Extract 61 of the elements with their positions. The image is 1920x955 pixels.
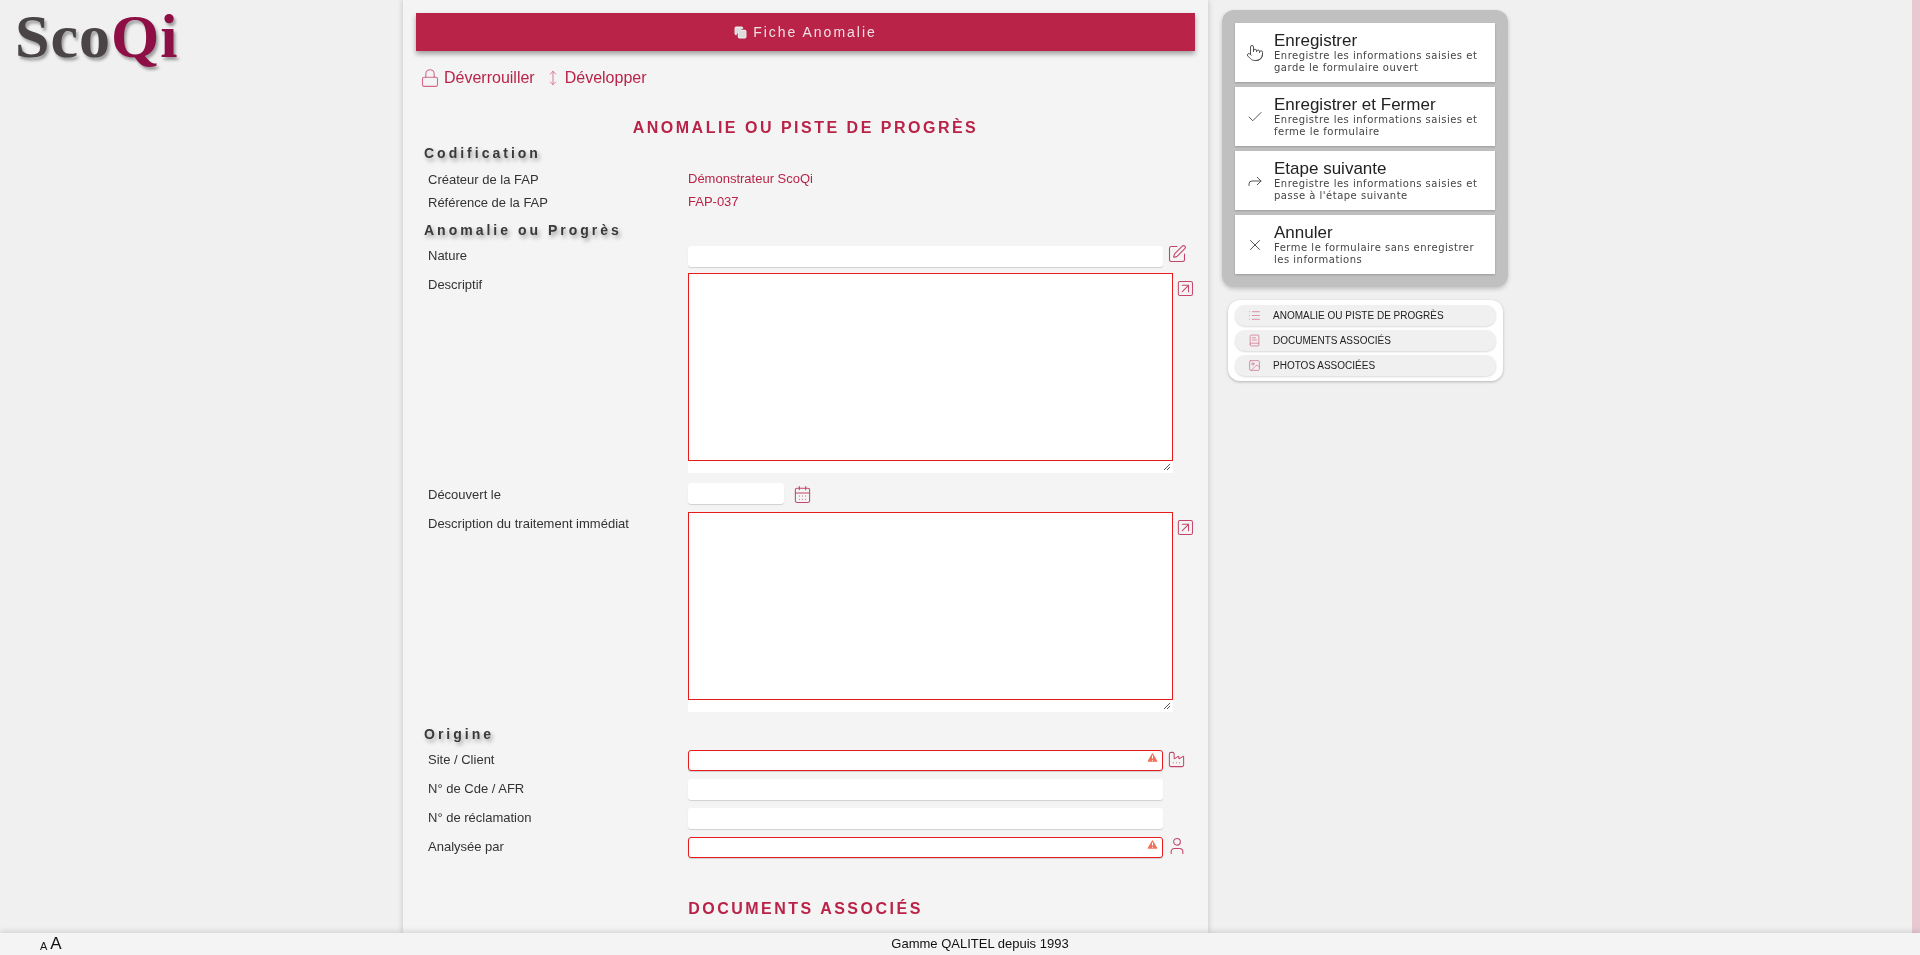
action-description: Enregistre les informations saisies et garde le formulaire ouvert bbox=[1274, 50, 1479, 74]
input-field[interactable] bbox=[688, 836, 1163, 858]
action-title: Annuler bbox=[1274, 223, 1334, 242]
navigation-item[interactable]: DOCUMENTS ASSOCIÉS bbox=[1235, 330, 1496, 351]
input-field[interactable] bbox=[688, 778, 1163, 800]
group-heading: Anomalie ou Progrès bbox=[423, 221, 622, 240]
image-icon bbox=[1247, 359, 1261, 372]
factory-icon[interactable] bbox=[1167, 750, 1186, 769]
field-label: N° de réclamation bbox=[428, 809, 533, 827]
form-title: Fiche Anomalie bbox=[753, 22, 877, 42]
navigation-item[interactable]: PHOTOS ASSOCIÉES bbox=[1235, 355, 1496, 376]
group-heading: Codification bbox=[423, 144, 541, 163]
resize-grip-icon bbox=[1163, 702, 1172, 710]
field-label: Nature bbox=[428, 247, 469, 265]
footer-text: Gamme QALITEL depuis 1993 bbox=[891, 935, 1069, 954]
field-label: Site / Client bbox=[428, 751, 496, 769]
navigation-item[interactable]: ANOMALIE OU PISTE DE PROGRÈS bbox=[1235, 305, 1496, 326]
group-heading: Origine bbox=[423, 725, 494, 744]
action-button[interactable]: Enregistrer Enregistre les informations saisies et garde le formulaire ouvert bbox=[1235, 23, 1495, 82]
lock-icon[interactable] bbox=[420, 68, 440, 88]
warning-icon bbox=[1146, 838, 1159, 851]
section-title: DOCUMENTS ASSOCIÉS bbox=[688, 898, 923, 919]
unlock-link[interactable]: Déverrouiller bbox=[444, 66, 535, 90]
form-icon bbox=[734, 25, 748, 39]
action-description: Enregistre les informations saisies et ferme le formulaire bbox=[1274, 114, 1479, 138]
action-button[interactable]: Enregistrer et Fermer Enregistre les informations saisies et ferme le formulaire bbox=[1235, 87, 1495, 146]
edit-icon[interactable] bbox=[1167, 244, 1187, 264]
field-label: N° de Cde / AFR bbox=[428, 780, 526, 798]
scrollbar[interactable] bbox=[1912, 0, 1920, 933]
action-button[interactable]: Annuler Ferme le formulaire sans enregistrer les informations bbox=[1235, 215, 1495, 274]
input-field[interactable] bbox=[688, 807, 1163, 829]
field-label: Descriptif bbox=[428, 276, 484, 294]
develop-link[interactable]: Développer bbox=[564, 66, 647, 90]
action-description: Enregistre les informations saisies et passe à l'étape suivante bbox=[1274, 178, 1479, 202]
resize-grip-icon bbox=[1163, 463, 1172, 471]
date-field[interactable] bbox=[688, 483, 784, 504]
section-title: ANOMALIE OU PISTE DE PROGRÈS bbox=[632, 117, 979, 138]
field-label: Créateur de la FAP bbox=[428, 170, 540, 189]
field-label: Découvert le bbox=[428, 486, 502, 504]
field-label: Description du traitement immédiat bbox=[428, 515, 630, 533]
font-increase-button[interactable]: A bbox=[50, 935, 62, 953]
action-title: Enregistrer bbox=[1274, 31, 1359, 50]
field-label: Analysée par bbox=[428, 838, 505, 856]
action-button[interactable]: Etape suivante Enregistre les informations saisies et passe à l'étape suivante bbox=[1235, 151, 1495, 210]
action-title: Etape suivante bbox=[1274, 159, 1388, 178]
expand-icon[interactable] bbox=[1176, 518, 1195, 537]
field-value: Démonstrateur ScoQi bbox=[688, 169, 813, 188]
logo: ScoQi bbox=[15, 4, 179, 68]
book-icon bbox=[1247, 334, 1261, 347]
warning-icon bbox=[1146, 751, 1159, 764]
input-field[interactable] bbox=[688, 245, 1163, 267]
action-title: Enregistrer et Fermer bbox=[1274, 95, 1437, 114]
font-decrease-button[interactable]: A bbox=[40, 939, 48, 953]
field-value: FAP-037 bbox=[688, 192, 739, 211]
hand-icon bbox=[1245, 43, 1264, 62]
input-field[interactable] bbox=[688, 749, 1163, 771]
calendar-icon[interactable] bbox=[793, 485, 812, 504]
field-label: Référence de la FAP bbox=[428, 193, 549, 212]
expand-icon[interactable] bbox=[1176, 279, 1195, 298]
list-icon bbox=[1247, 309, 1261, 322]
action-description: Ferme le formulaire sans enregistrer les informations bbox=[1274, 242, 1476, 266]
